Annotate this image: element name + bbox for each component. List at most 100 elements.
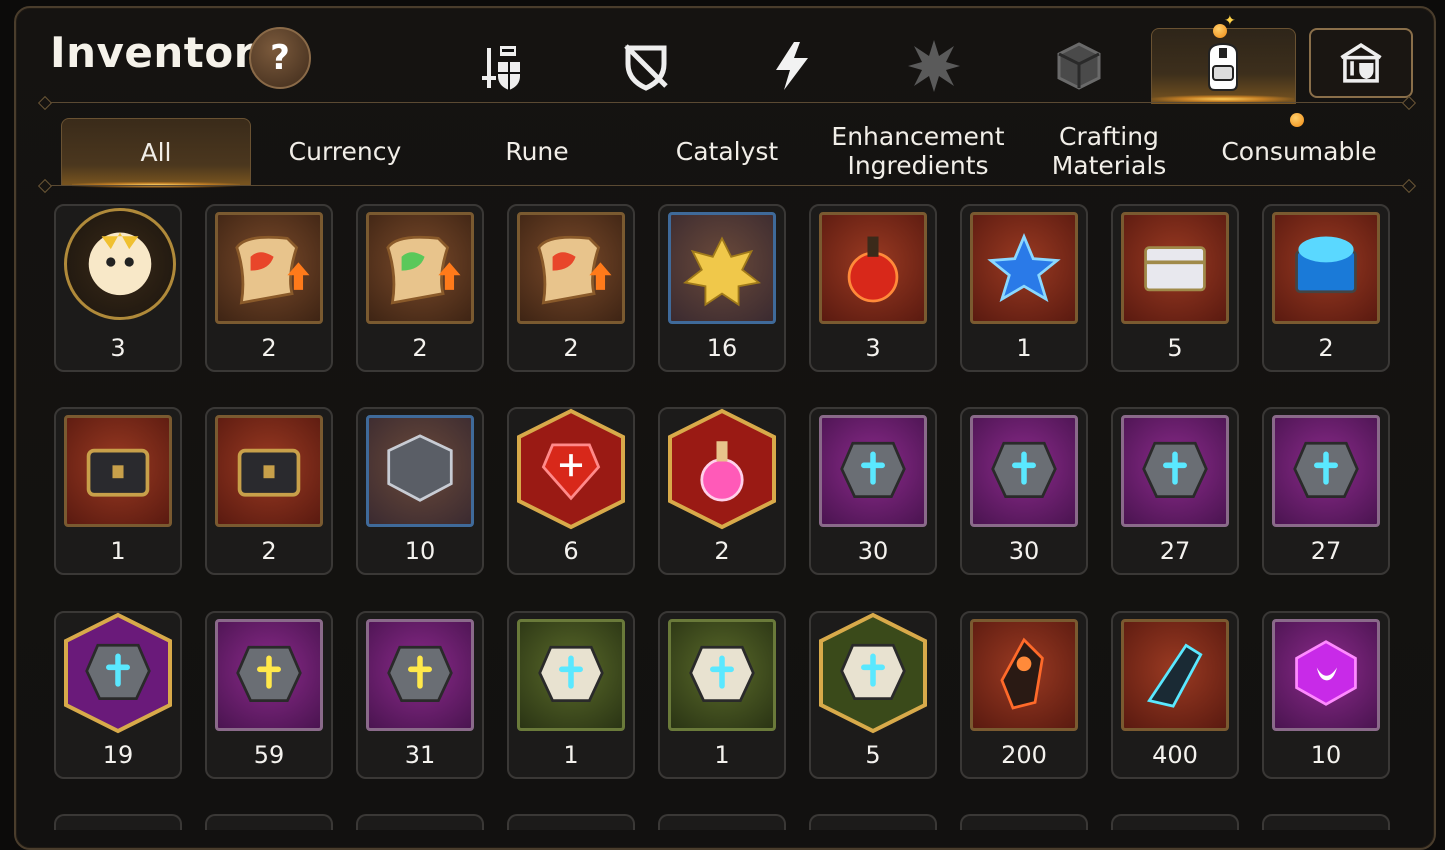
cyan-claw-icon (1129, 627, 1221, 723)
inventory-slot[interactable]: 19 (54, 611, 182, 779)
item-frame (970, 415, 1078, 527)
inventory-slot[interactable]: 400 (1111, 611, 1239, 779)
tab-all[interactable]: All (61, 118, 251, 188)
inventory-slot[interactable]: 2 (1262, 204, 1390, 372)
inventory-slot[interactable] (658, 814, 786, 830)
inventory-slot[interactable]: 6 (507, 407, 635, 575)
stone-star-icon (827, 625, 919, 721)
inventory-slot[interactable]: 1 (507, 611, 635, 779)
upgrade-scroll-red-icon (223, 220, 315, 316)
inventory-slot[interactable]: 5 (809, 611, 937, 779)
item-frame (215, 415, 323, 527)
inventory-slot[interactable]: 16 (658, 204, 786, 372)
item-count: 10 (1310, 741, 1342, 769)
inventory-slot[interactable]: 27 (1111, 407, 1239, 575)
category-lightning[interactable] (762, 36, 822, 96)
item-frame (366, 415, 474, 527)
item-frame (819, 212, 927, 324)
inventory-slot[interactable]: 2 (658, 407, 786, 575)
purple-gem-icon (1280, 627, 1372, 723)
inventory-slot[interactable]: 2 (205, 407, 333, 575)
item-frame (366, 212, 474, 324)
inventory-slot[interactable] (54, 814, 182, 830)
tab-label: Enhancement Ingredients (831, 122, 1005, 180)
inventory-slot[interactable]: 27 (1262, 407, 1390, 575)
inventory-slot[interactable]: 2 (356, 204, 484, 372)
inventory-slot[interactable]: 31 (356, 611, 484, 779)
silver-chest-icon (1129, 220, 1221, 316)
item-count: 2 (412, 334, 428, 362)
tab-label: Catalyst (675, 136, 779, 166)
inventory-slot[interactable]: 200 (960, 611, 1088, 779)
inventory-slot[interactable] (960, 814, 1088, 830)
item-count: 200 (1001, 741, 1047, 769)
item-count: 3 (110, 334, 126, 362)
red-crystal-icon (525, 421, 617, 517)
rune-exclaim-icon (374, 627, 466, 723)
item-frame (60, 611, 176, 735)
item-count: 30 (857, 537, 889, 565)
item-count: 6 (563, 537, 579, 565)
upgrade-scroll-rainbow-icon (374, 220, 466, 316)
tab-currency[interactable]: Currency (250, 118, 440, 184)
item-count: 27 (1159, 537, 1191, 565)
inventory-slot[interactable]: 3 (809, 204, 937, 372)
upgrade-scroll-orange-icon (525, 220, 617, 316)
inventory-slot[interactable]: 3 (54, 204, 182, 372)
inventory-slot[interactable] (1262, 814, 1390, 830)
tab-consumable[interactable]: Consumable (1204, 118, 1394, 184)
tab-label: Rune (505, 136, 569, 166)
category-cube[interactable] (1049, 36, 1109, 96)
help-button[interactable]: ? (249, 27, 311, 89)
tab-enhancement-ingredients[interactable]: Enhancement Ingredients (822, 118, 1014, 184)
star-potion-icon (978, 220, 1070, 316)
inventory-slot[interactable] (507, 814, 635, 830)
inventory-slot[interactable]: 30 (809, 407, 937, 575)
item-count: 5 (865, 741, 881, 769)
dark-chest-icon (223, 423, 315, 519)
tab-label: Crafting Materials (1051, 122, 1167, 180)
tab-divider (44, 185, 1410, 186)
tab-crafting-materials[interactable]: Crafting Materials (1014, 118, 1204, 184)
inventory-slot[interactable]: 2 (205, 204, 333, 372)
item-frame (668, 619, 776, 731)
item-count: 1 (110, 537, 126, 565)
item-count: 16 (706, 334, 738, 362)
inventory-slot[interactable]: 2 (507, 204, 635, 372)
item-count: 27 (1310, 537, 1342, 565)
inventory-slot[interactable]: 10 (356, 407, 484, 575)
tab-catalyst[interactable]: Catalyst (632, 118, 822, 184)
inventory-slot[interactable]: 1 (960, 204, 1088, 372)
inventory-slot[interactable]: 30 (960, 407, 1088, 575)
rune-sword-icon (827, 423, 919, 519)
item-frame (1121, 619, 1229, 731)
inventory-slot[interactable]: 10 (1262, 611, 1390, 779)
item-frame (517, 619, 625, 731)
category-gear[interactable] (472, 36, 532, 96)
inventory-slot[interactable] (1111, 814, 1239, 830)
rune-helmet-icon (978, 423, 1070, 519)
item-count: 31 (404, 741, 436, 769)
inventory-slot[interactable]: 5 (1111, 204, 1239, 372)
item-count: 2 (261, 537, 277, 565)
inventory-slot[interactable]: 1 (658, 611, 786, 779)
sparkle-icon: ✦ (1224, 13, 1236, 29)
inventory-slot[interactable] (356, 814, 484, 830)
inventory-slot[interactable] (205, 814, 333, 830)
lightning-icon (776, 42, 808, 90)
cube-icon (1057, 42, 1101, 90)
pink-potion-icon (676, 421, 768, 517)
inventory-slot[interactable]: 1 (54, 407, 182, 575)
rune-armor-icon (1129, 423, 1221, 519)
shop-button[interactable] (1309, 28, 1413, 98)
stone-helmet-icon (676, 627, 768, 723)
category-backpack[interactable] (1193, 36, 1253, 96)
item-count: 2 (261, 334, 277, 362)
inventory-slot[interactable] (809, 814, 937, 830)
inventory-slot[interactable]: 59 (205, 611, 333, 779)
item-frame (1121, 415, 1229, 527)
category-burst[interactable] (904, 36, 964, 96)
item-count: 10 (404, 537, 436, 565)
tab-rune[interactable]: Rune (442, 118, 632, 184)
category-broken-shield[interactable] (616, 36, 676, 96)
